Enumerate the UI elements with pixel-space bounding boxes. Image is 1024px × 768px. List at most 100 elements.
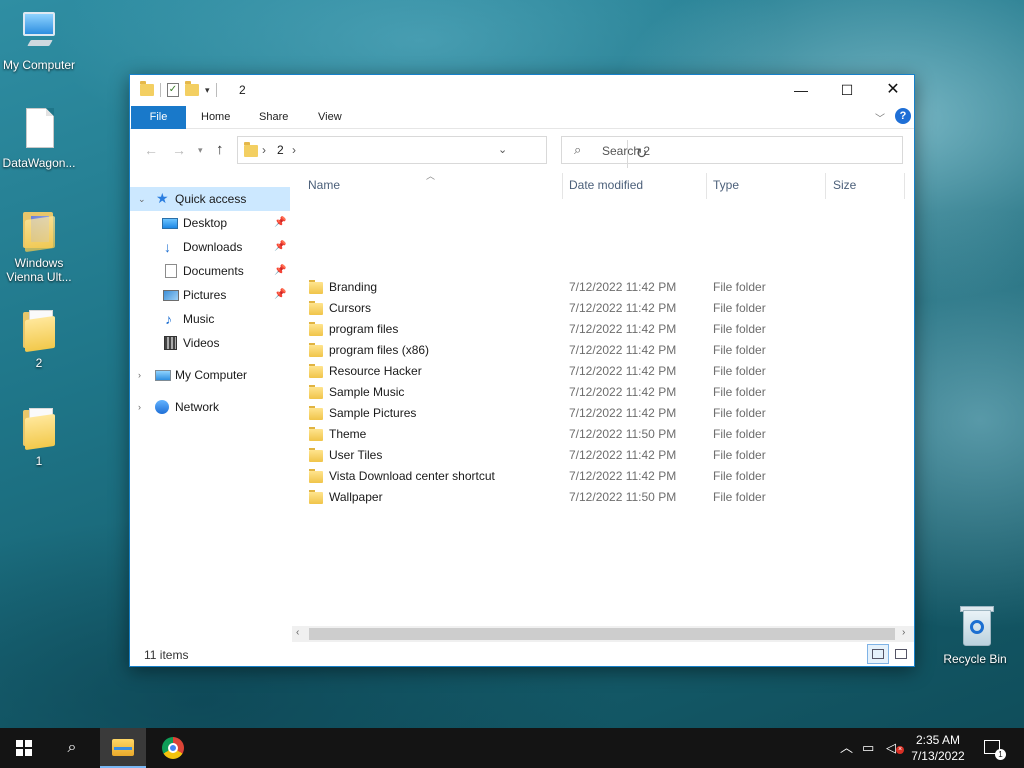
navigation-bar: ← → ▾ ↑ › 2 › ⌄ ↻ ⌕ Search 2 xyxy=(130,133,914,168)
sidebar-item-downloads[interactable]: ↓ Downloads 📌 xyxy=(130,235,290,259)
file-row[interactable]: program files 7/12/2022 11:42 PM File fold… xyxy=(300,319,900,340)
file-row[interactable]: program files (x86) 7/12/2022 11:42 PM Fil… xyxy=(300,340,900,361)
file-name: Sample Music xyxy=(329,385,405,399)
title-bar[interactable]: ✓ ▾ 2 — ☐ ✕ xyxy=(130,75,914,105)
large-icons-view-button[interactable] xyxy=(890,644,912,664)
column-divider[interactable] xyxy=(825,173,826,199)
clock-date: 7/13/2022 xyxy=(911,749,965,763)
taskbar-chrome[interactable] xyxy=(150,728,196,768)
column-header-size[interactable]: Size xyxy=(833,178,856,192)
minimize-button[interactable]: — xyxy=(778,75,824,105)
network-status-icon[interactable]: ▭ xyxy=(862,728,874,768)
sidebar-item-quick-access[interactable]: ⌄ ★ Quick access xyxy=(130,187,290,211)
file-row[interactable]: User Tiles 7/12/2022 11:42 PM File folder xyxy=(300,445,900,466)
file-date: 7/12/2022 11:42 PM xyxy=(569,406,677,420)
column-header-date-modified[interactable]: Date modified xyxy=(569,178,643,192)
up-arrow-icon[interactable]: ↑ xyxy=(216,141,224,158)
desktop-icon-folder-2[interactable]: 2 xyxy=(0,308,78,370)
windows-logo-icon xyxy=(16,740,32,756)
file-row[interactable]: Resource Hacker 7/12/2022 11:42 PM File fo… xyxy=(300,361,900,382)
tab-home[interactable]: Home xyxy=(187,106,244,129)
column-header-type[interactable]: Type xyxy=(713,178,739,192)
breadcrumb-item[interactable]: 2 xyxy=(277,143,284,157)
file-row[interactable]: Branding 7/12/2022 11:42 PM File folder xyxy=(300,277,900,298)
expand-chevron-icon[interactable]: › xyxy=(138,363,141,387)
collapse-chevron-icon[interactable]: ⌄ xyxy=(138,187,146,211)
file-row[interactable]: Sample Pictures 7/12/2022 11:42 PM File fo… xyxy=(300,403,900,424)
file-row[interactable]: Cursors 7/12/2022 11:42 PM File folder xyxy=(300,298,900,319)
address-history-chevron-icon[interactable]: ⌄ xyxy=(498,143,507,156)
sort-ascending-icon: ︿ xyxy=(426,171,436,181)
file-row[interactable]: Wallpaper 7/12/2022 11:50 PM File folder xyxy=(300,487,900,508)
file-type: File folder xyxy=(713,490,766,504)
file-row[interactable]: Vista Download center shortcut 7/12/2022 … xyxy=(300,466,900,487)
action-center-icon[interactable]: 1 xyxy=(984,740,1006,760)
search-box[interactable]: ⌕ Search 2 xyxy=(561,136,903,164)
scroll-left-arrow-icon[interactable]: ‹ xyxy=(296,627,299,638)
show-hidden-icons-chevron-icon[interactable]: ︿ xyxy=(840,728,853,768)
pin-icon[interactable]: 📌 xyxy=(274,283,286,307)
sidebar-item-videos[interactable]: Videos xyxy=(130,331,290,355)
folder-icon xyxy=(309,490,323,504)
close-button[interactable]: ✕ xyxy=(870,75,916,105)
tab-share[interactable]: Share xyxy=(245,106,302,129)
folder-icon xyxy=(309,364,323,378)
desktop-icon-windows-vienna[interactable]: Windows Vienna Ult... xyxy=(0,208,78,284)
file-row[interactable]: Theme 7/12/2022 11:50 PM File folder xyxy=(300,424,900,445)
pictures-icon xyxy=(163,290,179,301)
file-name: User Tiles xyxy=(329,448,383,462)
sidebar-item-desktop[interactable]: Desktop 📌 xyxy=(130,211,290,235)
sidebar-item-pictures[interactable]: Pictures 📌 xyxy=(130,283,290,307)
breadcrumb-separator[interactable]: › xyxy=(292,143,296,157)
column-divider[interactable] xyxy=(562,173,563,199)
sidebar-item-label: Downloads xyxy=(183,240,243,254)
back-arrow-icon[interactable]: ← xyxy=(144,142,158,158)
file-date: 7/12/2022 11:50 PM xyxy=(569,490,677,504)
expand-ribbon-chevron-icon[interactable]: ﹀ xyxy=(875,110,885,125)
sidebar-item-documents[interactable]: Documents 📌 xyxy=(130,259,290,283)
file-type: File folder xyxy=(713,301,766,315)
desktop-icon-my-computer[interactable]: My Computer xyxy=(0,10,78,72)
pin-icon[interactable]: 📌 xyxy=(274,259,286,283)
address-bar[interactable]: › 2 › ⌄ ↻ xyxy=(237,136,647,168)
system-clock[interactable]: 2:35 AM 7/13/2022 xyxy=(908,732,968,764)
close-icon: ✕ xyxy=(886,81,900,98)
sidebar-item-network[interactable]: › Network xyxy=(130,395,290,419)
properties-icon[interactable]: ✓ xyxy=(167,83,179,97)
taskbar-file-explorer[interactable] xyxy=(100,728,146,768)
recent-locations-chevron-icon[interactable]: ▾ xyxy=(198,145,203,156)
recycle-bin-icon xyxy=(955,604,995,648)
details-view-button[interactable] xyxy=(867,644,889,664)
help-icon[interactable]: ? xyxy=(895,108,911,124)
forward-arrow-icon[interactable]: → xyxy=(172,142,186,158)
file-row[interactable]: Sample Music 7/12/2022 11:42 PM File folde… xyxy=(300,382,900,403)
scroll-right-arrow-icon[interactable]: › xyxy=(902,627,905,638)
tab-file[interactable]: File xyxy=(131,106,186,129)
file-type: File folder xyxy=(713,322,766,336)
maximize-button[interactable]: ☐ xyxy=(824,75,870,105)
customize-toolbar-chevron-icon[interactable]: ▾ xyxy=(205,85,210,96)
sidebar-item-label: Desktop xyxy=(183,216,228,230)
desktop-icon-datawagon[interactable]: DataWagon... xyxy=(0,108,78,170)
taskbar-search-button[interactable]: ⌕ xyxy=(48,728,96,768)
pin-icon[interactable]: 📌 xyxy=(274,211,286,235)
sidebar-item-music[interactable]: ♪ Music xyxy=(130,307,290,331)
new-folder-icon[interactable] xyxy=(185,81,199,96)
sidebar-item-my-computer[interactable]: › My Computer xyxy=(130,363,290,387)
desktop-icon-folder-1[interactable]: 1 xyxy=(0,406,78,468)
tab-view[interactable]: View xyxy=(304,106,356,129)
desktop-icon-recycle-bin[interactable]: Recycle Bin xyxy=(936,604,1014,666)
column-divider[interactable] xyxy=(706,173,707,199)
expand-chevron-icon[interactable]: › xyxy=(138,395,141,419)
folder-icon xyxy=(19,208,59,253)
volume-muted-icon[interactable]: ◁ × xyxy=(886,728,904,768)
column-divider[interactable] xyxy=(904,173,905,199)
column-header-name[interactable]: Name xyxy=(308,178,340,192)
horizontal-scrollbar[interactable]: ‹ › xyxy=(292,626,914,642)
file-date: 7/12/2022 11:42 PM xyxy=(569,469,677,483)
pin-icon[interactable]: 📌 xyxy=(274,235,286,259)
scrollbar-thumb[interactable] xyxy=(309,628,895,640)
file-name: Theme xyxy=(329,427,367,441)
search-input-placeholder[interactable]: Search 2 xyxy=(602,144,650,158)
start-button[interactable] xyxy=(0,728,48,768)
